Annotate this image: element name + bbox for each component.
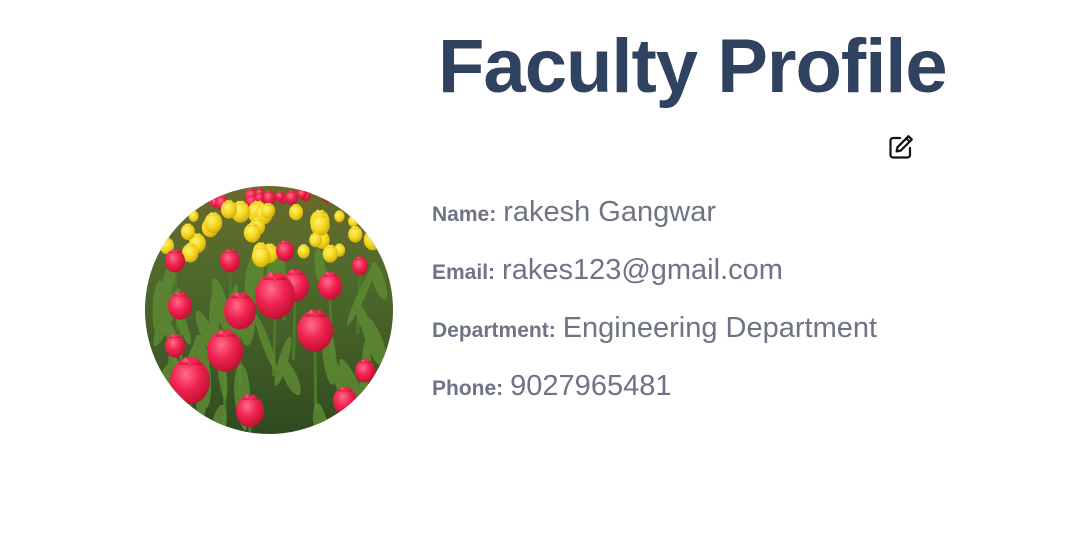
tulip-bloom — [174, 199, 190, 218]
tulip-bloom — [363, 228, 383, 251]
department-label: Department: — [432, 319, 556, 342]
tulip-bloom — [168, 196, 183, 214]
phone-row: Phone: 9027965481 — [432, 370, 877, 428]
department-row: Department: Engineering Department — [432, 312, 877, 370]
tulip-bloom — [183, 189, 198, 207]
tulip-bloom — [322, 190, 333, 203]
tulip-bloom — [163, 215, 177, 232]
name-row: Name: rakesh Gangwar — [432, 196, 877, 254]
phone-value: 9027965481 — [510, 370, 672, 402]
tulip-field-photo — [145, 186, 393, 434]
tulip-bloom — [177, 199, 187, 211]
tulip-bloom — [158, 216, 175, 236]
profile-details: Name: rakesh Gangwar Email: rakes123@gma… — [432, 196, 877, 428]
phone-label: Phone: — [432, 377, 504, 400]
tulip-bloom — [176, 204, 189, 219]
profile-avatar — [145, 186, 393, 434]
tulip-bloom — [361, 196, 375, 213]
department-value: Engineering Department — [562, 312, 878, 344]
edit-icon — [887, 133, 915, 166]
faculty-profile-page: Faculty Profile Name: rakesh Gangwar Ema… — [0, 0, 1083, 542]
email-value: rakes123@gmail.com — [502, 254, 783, 286]
email-label: Email: — [432, 261, 496, 284]
tulip-bloom — [367, 192, 377, 204]
name-value: rakesh Gangwar — [503, 196, 716, 228]
tulip-bloom — [175, 197, 188, 211]
name-label: Name: — [432, 203, 497, 226]
tulip-bloom — [199, 190, 211, 205]
tulip-bloom — [360, 189, 371, 203]
email-row: Email: rakes123@gmail.com — [432, 254, 877, 312]
tulip-bloom — [345, 192, 356, 205]
page-title: Faculty Profile — [438, 24, 948, 109]
edit-profile-button[interactable] — [886, 134, 916, 164]
